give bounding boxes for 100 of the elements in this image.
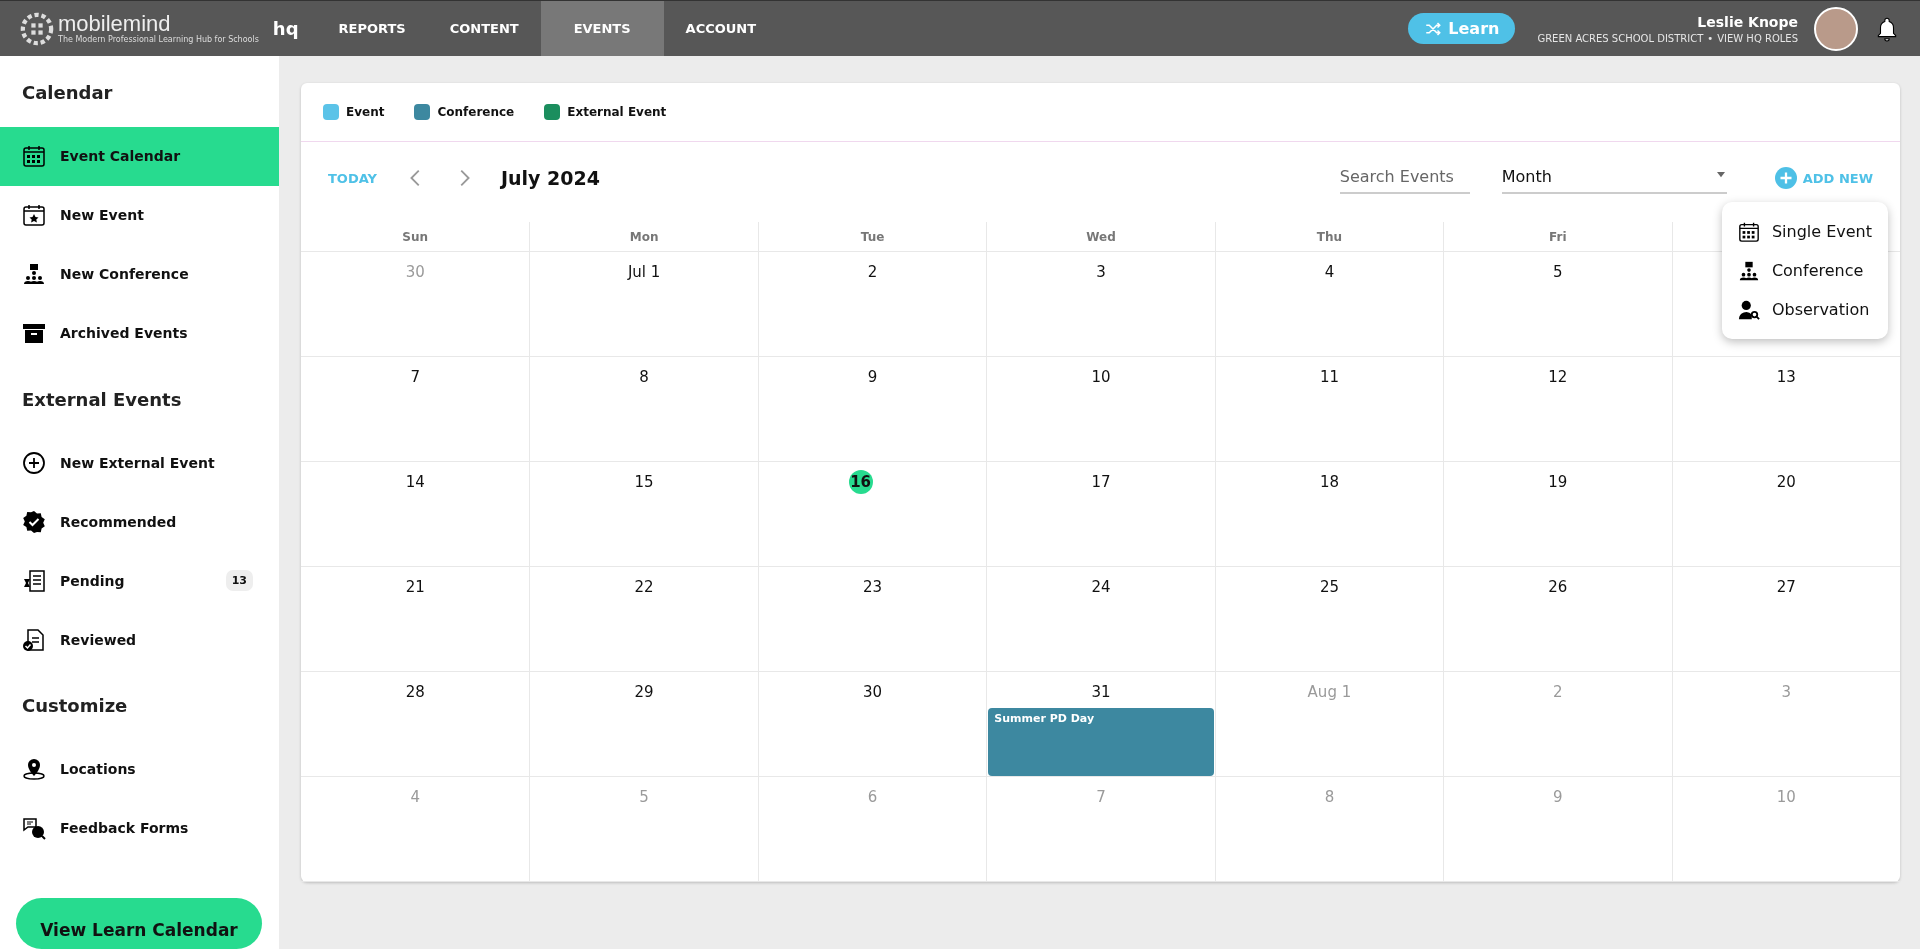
user-name: Leslie Knope: [1696, 13, 1798, 30]
day-number: 29: [633, 682, 655, 703]
day-cell[interactable]: 28: [301, 672, 530, 777]
day-cell[interactable]: 3: [986, 252, 1215, 357]
day-cell[interactable]: 5: [1443, 252, 1672, 357]
document-hourglass-icon: [22, 568, 46, 593]
day-number: 4: [1323, 262, 1336, 283]
day-cell[interactable]: 23: [757, 567, 987, 672]
day-cell[interactable]: 29: [529, 672, 758, 777]
day-cell[interactable]: 26: [1443, 567, 1672, 672]
day-cell[interactable]: 14: [301, 462, 530, 567]
day-number: 20: [1775, 472, 1797, 493]
day-number: 9: [866, 367, 879, 388]
day-cell[interactable]: 21: [301, 567, 530, 672]
sidebar-item[interactable]: New Conference: [0, 244, 279, 304]
day-cell[interactable]: 17: [986, 462, 1215, 567]
weekday-header: Thu: [1316, 229, 1343, 244]
section-heading: External Events: [21, 387, 183, 412]
day-number: 2: [866, 262, 879, 283]
check-badge-icon: [22, 509, 46, 534]
day-number: 30: [862, 682, 884, 703]
nav-tab[interactable]: EVENTS: [540, 1, 664, 56]
day-number: 19: [1547, 472, 1569, 493]
day-number: 18: [1318, 472, 1340, 493]
day-cell[interactable]: 7: [301, 357, 530, 462]
day-cell[interactable]: 11: [1214, 357, 1444, 462]
day-cell[interactable]: 9: [757, 357, 987, 462]
day-number: 3: [1780, 682, 1793, 703]
people-group-icon: [1737, 259, 1760, 282]
day-number: 8: [1323, 787, 1336, 808]
sidebar-item[interactable]: New Event: [0, 185, 279, 245]
day-cell[interactable]: 2: [757, 252, 987, 357]
people-group-icon: [22, 262, 46, 287]
legend-label: External Event: [567, 105, 667, 119]
calendar-grid-icon: [1737, 220, 1760, 243]
dropdown-caret-icon: [1714, 172, 1727, 180]
day-number: 22: [633, 577, 655, 598]
day-cell[interactable]: Jul 1: [529, 252, 758, 357]
section-heading: Customize: [21, 694, 129, 718]
weekday-header: Tue: [860, 229, 885, 244]
plus-circle-icon: [22, 450, 46, 475]
day-number: 10: [1775, 787, 1797, 808]
sidebar-item[interactable]: New External Event: [0, 433, 279, 493]
day-cell[interactable]: 12: [1443, 357, 1672, 462]
count-badge: 13: [225, 570, 253, 592]
day-cell[interactable]: 15: [529, 462, 758, 567]
day-cell[interactable]: 13: [1671, 357, 1900, 462]
sidebar-item[interactable]: Recommended: [0, 492, 279, 552]
day-number: 13: [1775, 367, 1797, 388]
logo-suffix: hq: [272, 18, 299, 39]
day-cell[interactable]: 25: [1214, 567, 1444, 672]
document-check-icon: [22, 627, 46, 652]
sidebar-item[interactable]: Pending 13: [0, 551, 279, 611]
person-search-icon: [1737, 298, 1760, 321]
view-learn-calendar-button[interactable]: View Learn Calendar: [16, 897, 262, 949]
avatar[interactable]: [1814, 6, 1858, 51]
sidebar-item[interactable]: Event Calendar: [0, 127, 279, 186]
section-heading: Calendar: [21, 81, 114, 105]
logo-tagline: The Modern Professional Learning Hub for Schools: [58, 34, 259, 45]
day-number: 2: [1552, 682, 1564, 703]
nav-tab[interactable]: CONTENT: [427, 1, 541, 56]
day-cell[interactable]: 18: [1214, 462, 1444, 567]
day-cell[interactable]: 24: [986, 567, 1215, 672]
day-number: 17: [1090, 472, 1112, 493]
day-number: 28: [404, 682, 426, 703]
day-cell[interactable]: 4: [1214, 252, 1444, 357]
nav-tab[interactable]: REPORTS: [316, 1, 428, 56]
view-roles-link[interactable]: VIEW HQ ROLES: [1717, 32, 1798, 44]
sidebar-item[interactable]: Feedback Forms: [0, 798, 279, 858]
day-number: 24: [1090, 577, 1112, 598]
day-cell[interactable]: 10: [986, 357, 1215, 462]
month-title: July 2024: [500, 167, 600, 189]
day-cell[interactable]: 8: [529, 357, 758, 462]
menu-item[interactable]: Conference: [1737, 251, 1872, 290]
day-cell[interactable]: 16: [757, 462, 987, 567]
day-cell[interactable]: 19: [1443, 462, 1672, 567]
nav-tab[interactable]: ACCOUNT: [663, 1, 779, 56]
sidebar-item[interactable]: Archived Events: [0, 303, 279, 363]
day-cell[interactable]: 27: [1671, 567, 1900, 672]
sidebar-item[interactable]: Reviewed: [0, 610, 279, 669]
day-cell[interactable]: 22: [529, 567, 758, 672]
day-number: 7: [1095, 787, 1107, 808]
menu-item[interactable]: Single Event: [1737, 212, 1872, 251]
day-number: 23: [862, 577, 884, 598]
day-number: 31: [1090, 682, 1112, 703]
day-cell[interactable]: 30: [757, 672, 987, 777]
day-cell[interactable]: 20: [1671, 462, 1900, 567]
event-block[interactable]: Summer PD Day: [988, 708, 1214, 776]
day-number: 12: [1547, 367, 1569, 388]
district-name: GREEN ACRES SCHOOL DISTRICT: [1537, 32, 1704, 44]
day-cell[interactable]: 31 Summer PD Day: [986, 672, 1215, 777]
view-select[interactable]: Month: [1501, 162, 1727, 194]
day-number: 25: [1318, 577, 1340, 598]
day-number: 10: [1090, 367, 1112, 388]
sidebar-item[interactable]: Locations: [0, 740, 279, 799]
day-number: 3: [1095, 262, 1107, 283]
day-number: 26: [1547, 577, 1569, 598]
day-number: 9: [1552, 787, 1564, 808]
weekday-header: Sun: [402, 229, 429, 244]
menu-item[interactable]: Observation: [1737, 290, 1872, 329]
